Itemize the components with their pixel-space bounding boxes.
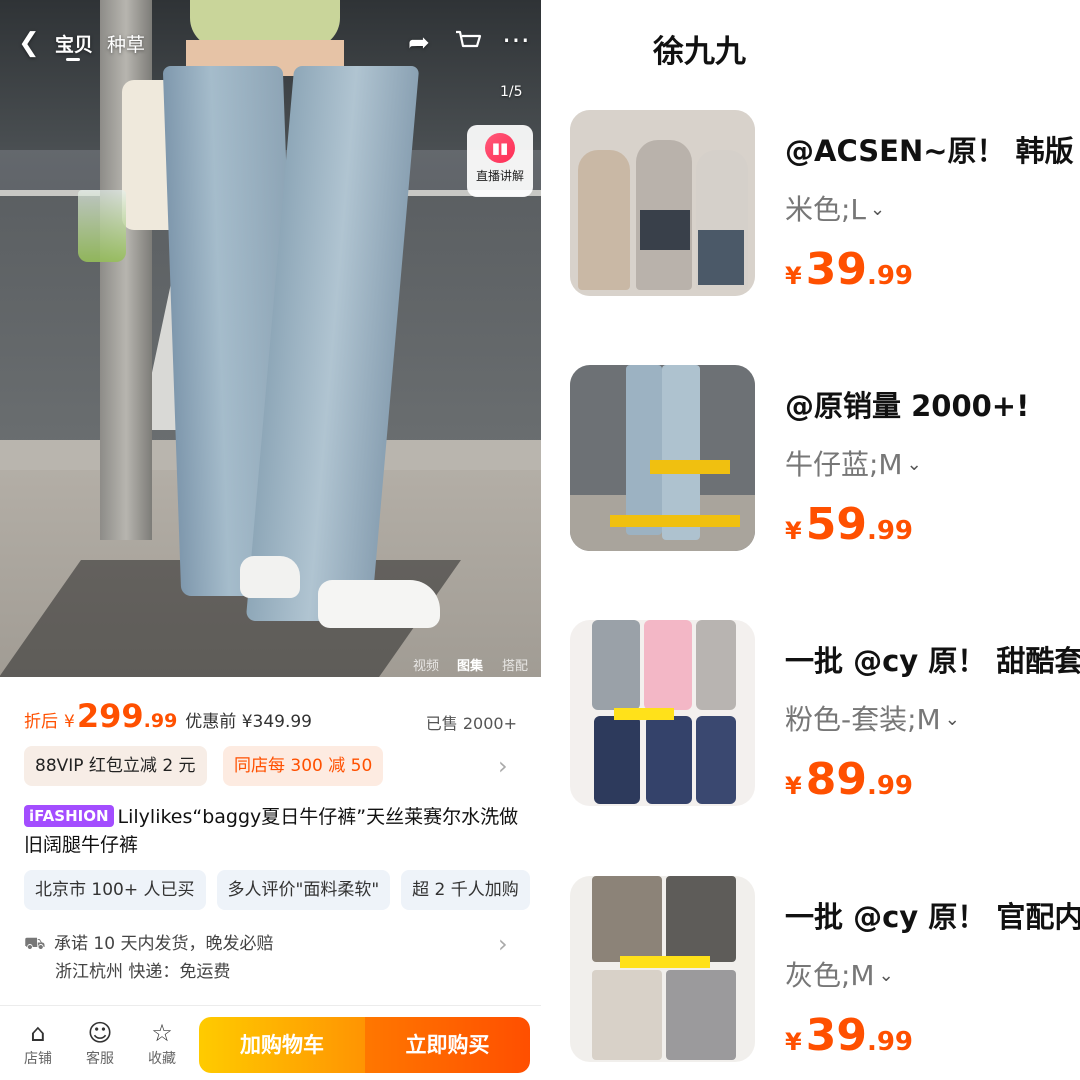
chevron-down-icon: ⌄ (878, 965, 894, 986)
list-item[interactable]: 一批 @cy 原！ 甜酷套 粉色-套装;M ⌄ ¥89.99 (570, 620, 1080, 806)
item-price: ¥39.99 (785, 1010, 913, 1061)
sold-count: 已售 2000+ (425, 714, 517, 733)
chevron-down-icon: ⌄ (870, 199, 886, 220)
item-sku[interactable]: 灰色;M ⌄ (785, 954, 894, 994)
item-sku[interactable]: 米色;L ⌄ (785, 188, 885, 228)
chevron-right-icon[interactable]: › (498, 752, 508, 780)
divider (0, 1005, 541, 1006)
list-item[interactable]: @ACSEN~原！ 韩版 米色;L ⌄ ¥39.99 (570, 110, 1080, 296)
item-sku-text: 粉色-套装;M (785, 703, 941, 736)
item-title: 一批 @cy 原！ 官配内 (785, 900, 1080, 934)
item-title: @ACSEN~原！ 韩版 (785, 134, 1074, 168)
buy-now-button[interactable]: 立即购买 (365, 1017, 530, 1073)
vip-coupon[interactable]: 88VIP 红包立减 2 元 (24, 746, 207, 786)
chevron-down-icon: ⌄ (906, 454, 922, 475)
list-item[interactable]: 一批 @cy 原！ 官配内 灰色;M ⌄ ¥39.99 (570, 876, 1080, 1062)
chevron-down-icon: ⌄ (944, 709, 960, 730)
store-icon: ⌂ (30, 1019, 46, 1047)
price-decimal: .99 (143, 710, 178, 732)
item-thumbnail[interactable] (570, 620, 755, 806)
chevron-right-icon[interactable]: › (498, 930, 508, 958)
item-title: 一批 @cy 原！ 甜酷套 (785, 644, 1080, 678)
item-price: ¥39.99 (785, 244, 913, 295)
bar-chart-icon: ▮▮ (485, 133, 515, 163)
service-label: 客服 (86, 1051, 114, 1067)
item-thumbnail[interactable] (570, 876, 755, 1062)
active-tab-indicator (66, 58, 80, 61)
item-thumbnail[interactable] (570, 110, 755, 296)
media-tab-gallery[interactable]: 图集 (457, 655, 483, 674)
chip-buyers[interactable]: 北京市 100+ 人已买 (24, 870, 206, 910)
price-row: 折后 ¥ 299 .99 优惠前 ¥349.99 (24, 697, 312, 737)
item-price: ¥59.99 (785, 499, 913, 550)
add-to-cart-button[interactable]: 加购物车 (199, 1017, 365, 1073)
service-button[interactable]: ☺ 客服 (80, 1020, 120, 1068)
truck-icon: ⛟ (24, 934, 46, 954)
star-icon: ☆ (151, 1019, 173, 1047)
shipping-info[interactable]: ⛟ 承诺 10 天内发货，晚发必赔 浙江杭州 快递：免运费 (24, 930, 524, 986)
share-icon[interactable]: ➦ (408, 30, 430, 56)
image-counter: 1/5 (500, 84, 523, 100)
favorite-label: 收藏 (148, 1051, 176, 1067)
item-title: @原销量 2000+! (785, 389, 1030, 423)
product-title: iFASHION Lilylikes“baggy夏日牛仔裤”天丝莱赛尔水洗做旧阔腿… (24, 803, 524, 859)
live-explain-button[interactable]: ▮▮ 直播讲解 (467, 125, 533, 197)
item-sku-text: 牛仔蓝;M (785, 448, 903, 481)
shipping-origin: 浙江杭州 快递：免运费 (55, 962, 231, 982)
item-sku-text: 米色;L (785, 193, 867, 226)
item-sku[interactable]: 牛仔蓝;M ⌄ (785, 443, 922, 483)
tab-recommend[interactable]: 种草 (107, 30, 145, 57)
cart-icon[interactable] (454, 28, 482, 61)
currency-symbol: ¥ (64, 712, 75, 732)
shop-label: 店铺 (24, 1051, 52, 1067)
media-tab-outfit[interactable]: 搭配 (502, 655, 528, 674)
chip-reviews[interactable]: 多人评价"面料柔软" (216, 870, 391, 910)
item-sku[interactable]: 粉色-套装;M ⌄ (785, 698, 960, 738)
product-image-carousel[interactable]: ❮ 宝贝 种草 ➦ ⋯ 1/5 ▮▮ 直播讲解 视频 图集 搭配 (0, 0, 541, 677)
item-price: ¥89.99 (785, 754, 913, 805)
ifashion-badge: iFASHION (24, 805, 114, 827)
media-tab-video[interactable]: 视频 (413, 655, 439, 674)
shop-coupon[interactable]: 同店每 300 减 50 (223, 746, 384, 786)
product-detail-panel: ❮ 宝贝 种草 ➦ ⋯ 1/5 ▮▮ 直播讲解 视频 图集 搭配 折后 ¥ 29… (0, 0, 541, 1080)
shop-name-title: 徐九九 (653, 34, 746, 70)
chip-cart-adds[interactable]: 超 2 千人加购 (401, 870, 530, 910)
tab-product[interactable]: 宝贝 (55, 30, 93, 57)
shipping-promise: 承诺 10 天内发货，晚发必赔 (54, 934, 274, 954)
price-integer: 299 (76, 697, 144, 735)
chat-icon: ☺ (87, 1019, 113, 1047)
order-list-panel: 徐九九 @ACSEN~原！ 韩版 米色;L ⌄ ¥39.99 @原销量 2000+… (541, 0, 1080, 1080)
item-thumbnail[interactable] (570, 365, 755, 551)
favorite-button[interactable]: ☆ 收藏 (142, 1020, 182, 1068)
shop-button[interactable]: ⌂ 店铺 (18, 1020, 58, 1068)
more-icon[interactable]: ⋯ (502, 26, 530, 54)
highlight-chips: 北京市 100+ 人已买 多人评价"面料柔软" 超 2 千人加购 (24, 870, 541, 910)
price-prefix: 折后 (24, 712, 58, 732)
chevron-left-icon[interactable]: ❮ (18, 30, 40, 56)
original-price: 优惠前 ¥349.99 (185, 712, 312, 732)
item-sku-text: 灰色;M (785, 959, 875, 992)
list-item[interactable]: @原销量 2000+! 牛仔蓝;M ⌄ ¥59.99 (570, 365, 1080, 551)
live-explain-label: 直播讲解 (475, 169, 524, 183)
